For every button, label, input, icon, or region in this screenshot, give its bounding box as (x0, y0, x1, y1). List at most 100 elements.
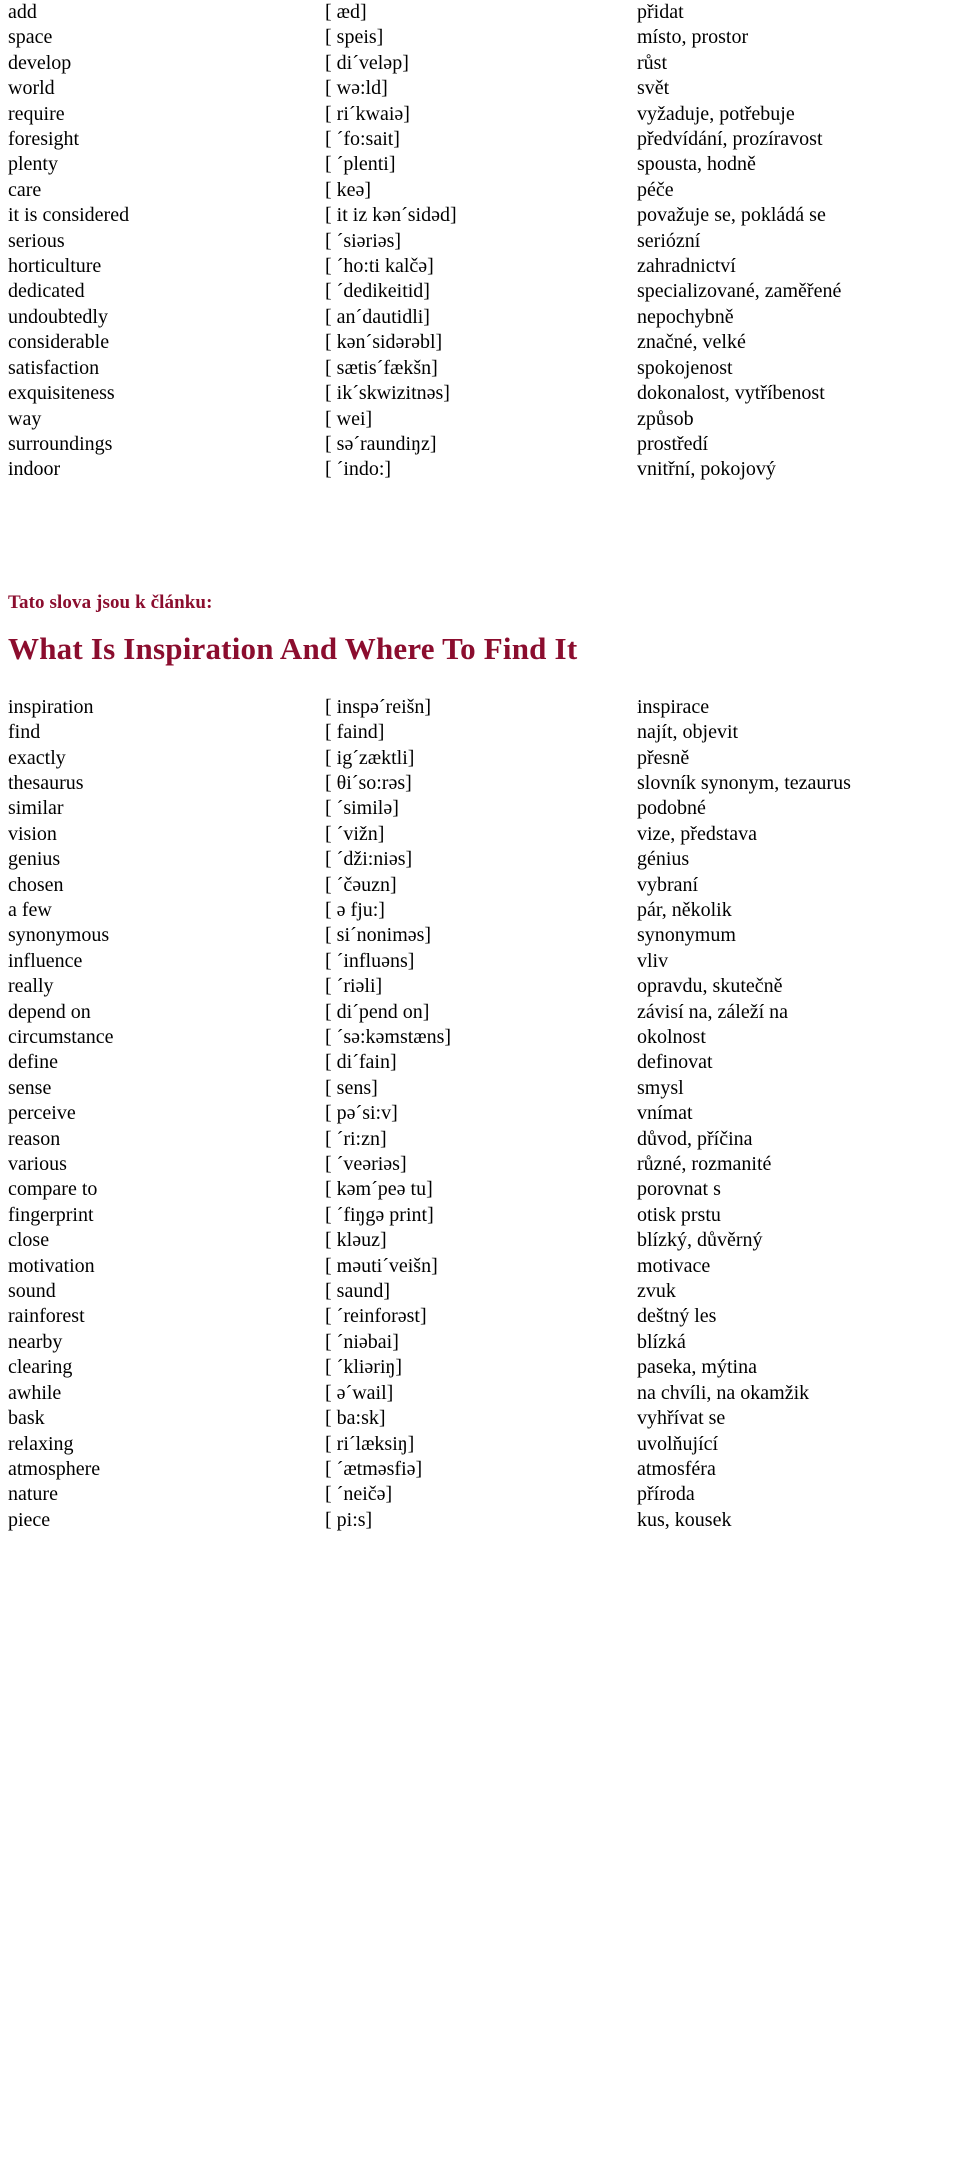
phonetic-cell: [ an´dautidli] (325, 305, 430, 328)
translation-cell: najít, objevit (637, 721, 739, 744)
vocabulary-row: atmosphere [ ´ætməsfiə] atmosféra (0, 1457, 960, 1482)
phonetic-cell: [ ´dži:niəs] (325, 848, 413, 871)
vocabulary-row: foresight [ ´fo:sait] předvídání, prozírav… (0, 127, 960, 152)
term-cell: it is considered (8, 204, 130, 227)
translation-cell: důvod, příčina (637, 1127, 753, 1150)
vocabulary-row: chosen [ ´čəuzn] vybraní (0, 873, 960, 898)
term-cell: influence (8, 949, 83, 972)
translation-cell: génius (637, 848, 690, 871)
vocabulary-row: fingerprint [ ´fiŋgə print] otisk prstu (0, 1203, 960, 1228)
translation-cell: vybraní (637, 873, 699, 896)
phonetic-cell: [ di´pend on] (325, 1000, 430, 1023)
vocabulary-row: considerable [ kən´sidərəbl] značné, velké (0, 330, 960, 355)
term-cell: thesaurus (8, 771, 84, 794)
translation-cell: prostředí (637, 432, 709, 455)
translation-cell: vize, představa (637, 822, 757, 845)
vocabulary-row: rainforest [ ´reinforəst] deštný les (0, 1304, 960, 1329)
vocabulary-row: inspiration [ inspə´reišn] inspirace (0, 695, 960, 720)
term-cell: bask (8, 1407, 45, 1430)
phonetic-cell: [ ´ætməsfiə] (325, 1457, 423, 1480)
vocabulary-row: find [ faind] najít, objevit (0, 720, 960, 745)
term-cell: serious (8, 229, 65, 252)
translation-cell: vnímat (637, 1102, 693, 1125)
translation-cell: pár, několik (637, 898, 732, 921)
phonetic-cell: [ sə´raundiŋz] (325, 432, 437, 455)
translation-cell: dokonalost, vytříbenost (637, 382, 825, 405)
term-cell: close (8, 1229, 50, 1252)
phonetic-cell: [ məuti´veišn] (325, 1254, 438, 1277)
term-cell: world (8, 77, 55, 100)
translation-cell: způsob (637, 407, 694, 430)
term-cell: compare to (8, 1178, 98, 1201)
vocabulary-row: surroundings [ sə´raundiŋz] prostředí (0, 432, 960, 457)
vocabulary-row: compare to [ kəm´peə tu] porovnat s (0, 1177, 960, 1202)
phonetic-cell: [ inspə´reišn] (325, 695, 432, 718)
translation-cell: vyhřívat se (637, 1407, 726, 1430)
term-cell: undoubtedly (8, 305, 108, 328)
article-intro-label: Tato slova jsou k článku: (8, 591, 213, 613)
translation-cell: porovnat s (637, 1178, 721, 1201)
vocabulary-row: bask [ ba:sk] vyhřívat se (0, 1406, 960, 1431)
term-cell: exactly (8, 746, 66, 769)
vocabulary-row: perceive [ pə´si:v] vnímat (0, 1101, 960, 1126)
term-cell: motivation (8, 1254, 95, 1277)
term-cell: foresight (8, 128, 80, 151)
translation-cell: přidat (637, 1, 684, 23)
vocabulary-row: awhile [ ə´wail] na chvíli, na okamžik (0, 1381, 960, 1406)
phonetic-cell: [ it iz kən´sidəd] (325, 204, 457, 227)
term-cell: similar (8, 797, 64, 820)
translation-cell: považuje se, pokládá se (637, 204, 826, 227)
phonetic-cell: [ ´fiŋgə print] (325, 1203, 434, 1226)
translation-cell: vnitřní, pokojový (637, 458, 776, 481)
vocabulary-row: sound [ saund] zvuk (0, 1279, 960, 1304)
vocabulary-row: various [ ´veəriəs] různé, rozmanité (0, 1152, 960, 1177)
vocabulary-row: develop [ di´veləp] růst (0, 51, 960, 76)
translation-cell: značné, velké (637, 331, 746, 354)
vocabulary-row: really [ ´riəli] opravdu, skutečně (0, 974, 960, 999)
term-cell: various (8, 1153, 67, 1176)
vocabulary-row: synonymous [ si´noniməs] synonymum (0, 923, 960, 948)
translation-cell: definovat (637, 1051, 713, 1074)
translation-cell: synonymum (637, 924, 736, 947)
term-cell: a few (8, 898, 52, 921)
vocabulary-row: reason [ ´ri:zn] důvod, příčina (0, 1127, 960, 1152)
phonetic-cell: [ ´veəriəs] (325, 1153, 407, 1176)
phonetic-cell: [ kən´sidərəbl] (325, 331, 443, 354)
phonetic-cell: [ ´ho:ti kalčə] (325, 255, 434, 278)
phonetic-cell: [ keə] (325, 178, 372, 201)
phonetic-cell: [ ´sə:kəmstæns] (325, 1026, 452, 1048)
vocabulary-page: add [ æd] přidat space [ speis] místo, prosto… (0, 0, 960, 2180)
translation-cell: okolnost (637, 1026, 706, 1048)
vocabulary-row: dedicated [ ´dedikeitid] specializované, z… (0, 279, 960, 304)
translation-cell: péče (637, 178, 674, 201)
term-cell: depend on (8, 1000, 91, 1023)
article-title: What Is Inspiration And Where To Find It (8, 630, 578, 666)
vocabulary-row: clearing [ ´kliəriŋ] paseka, mýtina (0, 1355, 960, 1380)
term-cell: plenty (8, 153, 58, 176)
vocabulary-row: circumstance [ ´sə:kəmstæns] okolnost (0, 1025, 960, 1050)
vocabulary-row: exactly [ ig´zæktli] přesně (0, 746, 960, 771)
translation-cell: specializované, zaměřené (637, 280, 842, 303)
vocabulary-row: thesaurus [ θi´so:rəs] slovník synonym, te… (0, 771, 960, 796)
phonetic-cell: [ sætis´fækšn] (325, 356, 438, 379)
vocabulary-row: a few [ ə fju:] pár, několik (0, 898, 960, 923)
term-cell: indoor (8, 458, 61, 481)
phonetic-cell: [ ´indo:] (325, 458, 392, 481)
vocabulary-row: piece [ pi:s] kus, kousek (0, 1508, 960, 1533)
vocabulary-row: satisfaction [ sætis´fækšn] spokojenost (0, 356, 960, 381)
phonetic-cell: [ ´similə] (325, 797, 399, 820)
phonetic-cell: [ ´influəns] (325, 949, 415, 972)
phonetic-cell: [ æd] (325, 1, 367, 23)
phonetic-cell: [ ə fju:] (325, 898, 385, 921)
term-cell: piece (8, 1508, 51, 1531)
vocabulary-row: genius [ ´dži:niəs] génius (0, 847, 960, 872)
translation-cell: zvuk (637, 1280, 676, 1303)
phonetic-cell: [ ´riəli] (325, 975, 383, 998)
vocabulary-rows-section-two: inspiration [ inspə´reišn] inspirace find [ … (0, 695, 960, 1533)
phonetic-cell: [ pə´si:v] (325, 1102, 398, 1125)
vocabulary-row: indoor [ ´indo:] vnitřní, pokojový (0, 457, 960, 482)
phonetic-cell: [ ´dedikeitid] (325, 280, 430, 303)
phonetic-cell: [ wei] (325, 407, 373, 430)
vocabulary-row: nearby [ ´niəbai] blízká (0, 1330, 960, 1355)
phonetic-cell: [ ri´læksiŋ] (325, 1432, 415, 1455)
